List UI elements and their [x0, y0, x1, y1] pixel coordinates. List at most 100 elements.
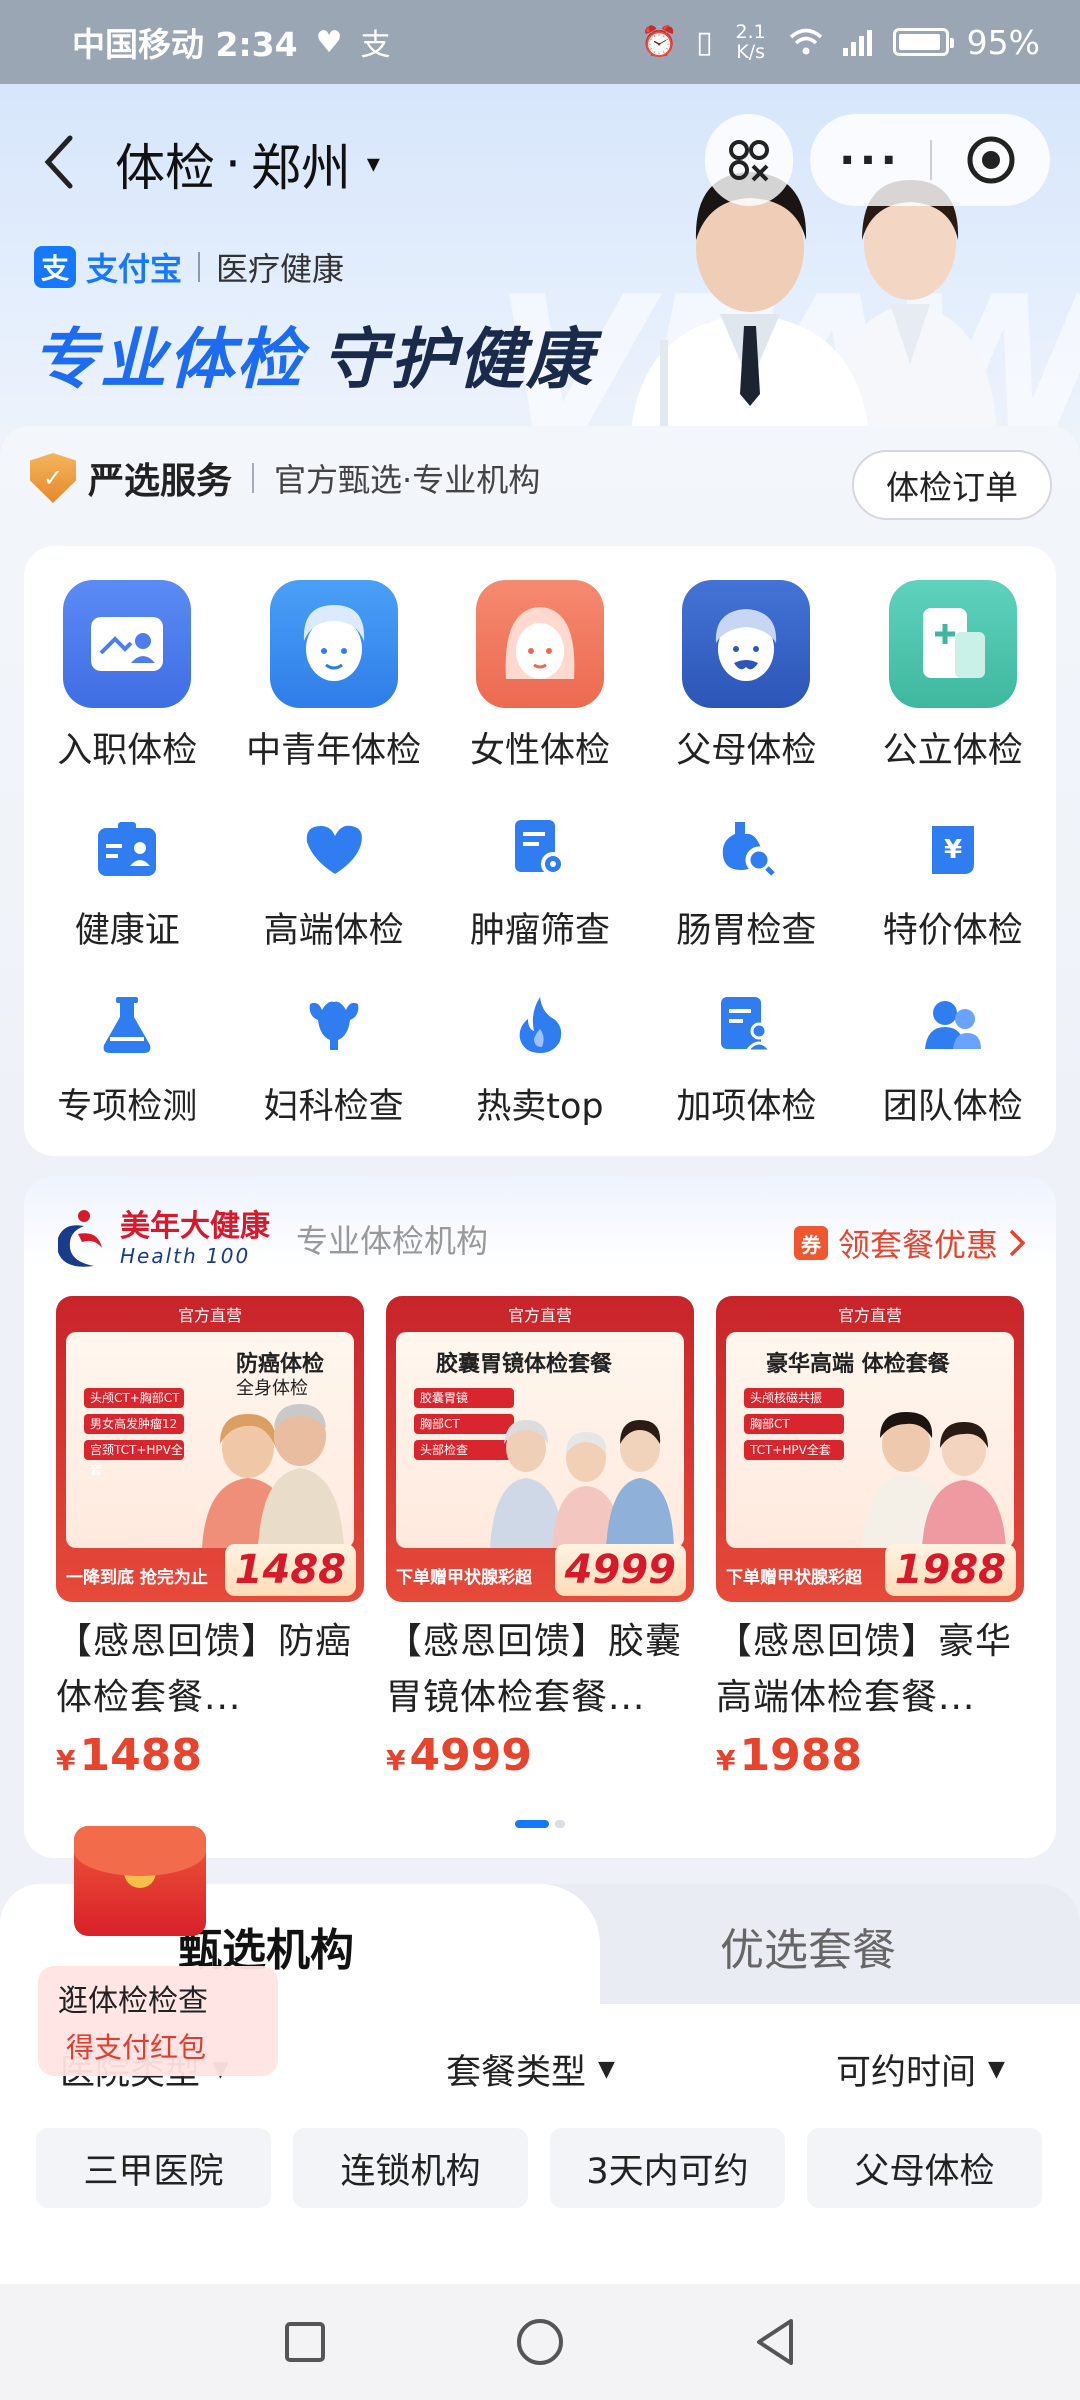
system-back-button[interactable] [745, 2312, 805, 2372]
package-price: ¥ 4999 [386, 1730, 694, 1781]
badge-icon [94, 816, 160, 882]
family-photo-icon [490, 1420, 674, 1548]
price-value: 4999 [409, 1730, 532, 1781]
wifi-icon [789, 28, 822, 55]
battery-icon [892, 28, 954, 56]
quick-filter-chip[interactable]: 三甲医院 [36, 2128, 271, 2208]
vibrate-icon: ▯ [696, 24, 713, 60]
dropdown-triangle-icon: ▼ [598, 2057, 615, 2082]
quick-filter-chip[interactable]: 连锁机构 [293, 2128, 528, 2208]
young-man-icon [269, 580, 398, 708]
currency-symbol: ¥ [716, 1744, 736, 1777]
more-options-button[interactable]: ··· [810, 135, 930, 186]
package-title: 【感恩回馈】豪华高端体检套餐... [716, 1621, 1013, 1718]
category-gastro-check[interactable]: 肠胃检查 [643, 816, 849, 953]
recents-button[interactable] [275, 2312, 335, 2372]
hospital-icon [888, 580, 1017, 708]
package-card[interactable]: 官方直营 胶囊胃镜体检套餐 胶囊胃镜 胸部CT 头部检查 下单赠甲状腺彩超 49… [386, 1296, 694, 1781]
alipay-sub: 医疗健康 [216, 250, 345, 288]
title-separator: · [225, 135, 241, 193]
category-discount-exam[interactable]: ¥ 特价体检 [850, 816, 1056, 953]
category-label: 加项体检 [676, 1087, 817, 1127]
category-premium-exam[interactable]: 高端体检 [230, 816, 436, 953]
package-chip: 头颅核磁共振 [744, 1388, 844, 1408]
category-row-primary: 入职体检 中青年体检 女性体检 父母体检 公立体检 [24, 580, 1056, 773]
category-gynecology-check[interactable]: 妇科检查 [230, 992, 436, 1129]
chevron-right-icon [1009, 1229, 1026, 1257]
flame-icon [507, 992, 573, 1058]
red-packet-widget[interactable]: 逛体检检查 得支付红包 [38, 1826, 278, 2076]
back-button[interactable] [30, 122, 90, 202]
close-miniapp-button[interactable] [932, 134, 1050, 186]
category-team-exam[interactable]: 团队体检 [850, 992, 1056, 1129]
service-subtitle: 官方甄选·专业机构 [274, 461, 541, 499]
filter-label: 套餐类型 [446, 2053, 587, 2093]
package-promo-text: 一降到底 抢完为止 [66, 1567, 208, 1588]
network-speed: 2.1 K/s [735, 21, 766, 63]
package-image: 官方直营 防癌体检 全身体检 头颅CT+胸部CT 男女高发肿瘤12项 宫颈TCT… [56, 1296, 364, 1602]
category-special-test[interactable]: 专项检测 [24, 992, 230, 1129]
meinian-logo-icon [58, 1210, 102, 1267]
package-image-heading: 豪华高端 体检套餐 [766, 1352, 950, 1377]
slogan-part-a: 专业体检 [32, 321, 304, 398]
service-title: 严选服务 [88, 461, 233, 502]
quick-filter-chip[interactable]: 父母体检 [807, 2128, 1042, 2208]
alipay-status-icon: 支 [360, 28, 391, 63]
back-arrow-icon [44, 135, 73, 189]
status-bar: 中国移动 2:34 ♥ 支 ⏰ ▯ 2.1 K/s 95% [0, 0, 1080, 84]
category-label: 公立体检 [882, 731, 1023, 771]
home-button[interactable] [510, 2312, 570, 2372]
package-card[interactable]: 官方直营 豪华高端 体检套餐 头颅核磁共振 胸部CT TCT+HPV全套 下单赠… [716, 1296, 1024, 1781]
package-image-panel: 防癌体检 全身体检 头颅CT+胸部CT 男女高发肿瘤12项 宫颈TCT+HPV全… [66, 1332, 354, 1548]
category-public-exam[interactable]: 公立体检 [850, 580, 1056, 773]
signal-icon [842, 30, 872, 56]
exam-orders-button[interactable]: 体检订单 [852, 450, 1052, 520]
package-price-badge: 1988 [884, 1544, 1016, 1596]
city-label: 郑州 [250, 139, 351, 197]
brand-divider [198, 252, 201, 282]
scan-button[interactable] [705, 114, 793, 206]
available-time-filter[interactable]: 可约时间 ▼ [836, 2044, 1005, 2095]
category-label: 热卖top [476, 1087, 604, 1127]
battery-percent: 95% [966, 22, 1040, 62]
couple-photo-icon [862, 1412, 1006, 1548]
package-official-tag: 官方直营 [837, 1306, 902, 1325]
alarm-icon: ⏰ [640, 24, 679, 60]
stomach-icon [713, 816, 779, 882]
couple-photo-icon [202, 1404, 344, 1548]
category-label: 女性体检 [469, 731, 610, 771]
city-selector[interactable]: 体检 · 郑州 ▾ [115, 128, 380, 200]
package-title: 【感恩回馈】防癌体检套餐... [56, 1621, 353, 1718]
quick-filter-chip[interactable]: 3天内可约 [550, 2128, 785, 2208]
brand-header[interactable]: 美年大健康 Health 100 专业体检机构 [54, 1208, 488, 1270]
category-parents-exam[interactable]: 父母体检 [643, 580, 849, 773]
uterus-icon [301, 992, 367, 1058]
brand-subtitle: 专业体检机构 [296, 1222, 489, 1260]
tab-featured-packages[interactable]: 优选套餐 [720, 1914, 896, 1978]
package-type-filter[interactable]: 套餐类型 ▼ [446, 2044, 615, 2095]
brand-name: 美年大健康 Health 100 [120, 1212, 270, 1267]
service-section: ✓ 严选服务 官方甄选·专业机构 体检订单 入职体检 中青年体检 女性体检 父母… [0, 426, 1080, 1166]
service-header: ✓ 严选服务 官方甄选·专业机构 [30, 452, 540, 504]
category-onboarding-exam[interactable]: 入职体检 [24, 580, 230, 773]
category-add-items-exam[interactable]: 加项体检 [643, 992, 849, 1129]
package-card[interactable]: 官方直营 防癌体检 全身体检 头颅CT+胸部CT 男女高发肿瘤12项 宫颈TCT… [56, 1296, 364, 1781]
service-divider [252, 463, 255, 493]
category-female-exam[interactable]: 女性体检 [437, 580, 643, 773]
category-tumor-screening[interactable]: 肿瘤筛查 [437, 816, 643, 953]
claim-coupon-link[interactable]: 券 领套餐优惠 [793, 1220, 1026, 1266]
red-packet-tag: 逛体检检查 得支付红包 [38, 1966, 278, 2076]
package-official-tag: 官方直营 [177, 1306, 242, 1325]
indicator-active [515, 1820, 549, 1828]
category-label: 肿瘤筛查 [469, 911, 610, 951]
package-chip: 胸部CT [744, 1414, 844, 1434]
heart-icon: ♥ [315, 24, 343, 60]
category-health-certificate[interactable]: 健康证 [24, 816, 230, 953]
alipay-health-brand: 支 支付宝 医疗健康 [34, 244, 344, 290]
category-hot-top[interactable]: 热卖top [437, 992, 643, 1129]
package-price: ¥ 1488 [56, 1730, 364, 1781]
category-label: 特价体检 [882, 911, 1023, 951]
category-label: 中青年体检 [246, 731, 422, 771]
package-title: 【感恩回馈】胶囊胃镜体检套餐... [386, 1621, 683, 1718]
category-young-adult-exam[interactable]: 中青年体检 [230, 580, 436, 773]
